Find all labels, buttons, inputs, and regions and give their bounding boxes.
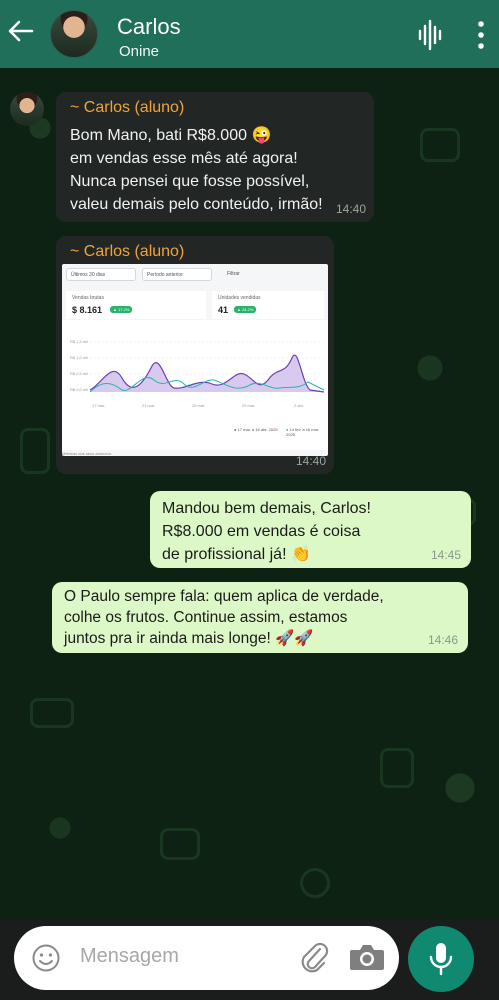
legend-previous-label: 14 fev. a 16 mar. 2025 <box>286 427 320 437</box>
legend-previous: ● 14 fev. a 16 mar. 2025 <box>286 427 320 437</box>
attach-clip-icon[interactable] <box>298 939 330 975</box>
compare-select: Período anterior <box>142 268 212 281</box>
x-tick: 25 mar. <box>192 403 206 408</box>
x-tick: 29 mar. <box>242 403 256 408</box>
back-arrow-icon[interactable] <box>6 16 36 46</box>
sales-label: Vendas brutas <box>72 295 104 301</box>
sales-value: $ 8.161 <box>72 305 103 315</box>
y-tick: R$ 0,0 mil <box>70 387 89 392</box>
message-bubble-outgoing[interactable]: O Paulo sempre fala: quem aplica de verd… <box>52 582 468 653</box>
shared-image[interactable]: Últimos 30 dias Período anterior Filtrar… <box>62 264 328 456</box>
x-tick: 2 abr. <box>294 403 305 408</box>
sales-card: Vendas brutas $ 8.161 ▲ 17.2% <box>66 291 206 319</box>
chat-header: Carlos Onine <box>0 0 499 68</box>
units-value: 41 <box>218 305 229 315</box>
legend-current-label: 17 mar. a 16 abr. 2025 <box>237 427 278 432</box>
message-time: 14:45 <box>430 548 461 562</box>
y-tick: R$ 1,0 mil <box>70 355 89 360</box>
y-tick: R$ 1,5 mil <box>70 339 89 344</box>
legend-current: ● 17 mar. a 16 abr. 2025 <box>234 427 278 432</box>
message-bubble-incoming[interactable]: ~ Carlos (aluno) Bom Mano, bati R$8.000 … <box>56 92 374 222</box>
message-input[interactable] <box>14 926 399 990</box>
period-select: Últimos 30 dias <box>66 268 136 281</box>
units-card: Unidades vendidas 41 ▲ 24.2% <box>212 291 324 319</box>
emoji-icon[interactable] <box>31 943 61 973</box>
mic-button[interactable] <box>408 926 474 992</box>
x-tick: 21 mar. <box>142 403 156 408</box>
message-bubble-outgoing[interactable]: Mandou bem demais, Carlos! R$8.000 em ve… <box>150 491 471 568</box>
units-badge: ▲ 24.2% <box>234 306 257 313</box>
mic-icon <box>429 943 453 976</box>
sender-name: ~ Carlos (aluno) <box>70 99 185 116</box>
sales-badge: ▲ 17.2% <box>110 306 133 313</box>
message-time: 14:40 <box>335 202 366 216</box>
message-time: 14:46 <box>427 633 458 647</box>
message-text: Bom Mano, bati R$8.000 😜 em vendas esse … <box>70 127 323 213</box>
sender-avatar[interactable] <box>10 92 44 126</box>
message-placeholder[interactable]: Mensagem <box>80 945 179 968</box>
sender-name: ~ Carlos (aluno) <box>70 243 185 260</box>
message-text: Mandou bem demais, Carlos! R$8.000 em ve… <box>162 500 371 563</box>
voice-wave-icon[interactable] <box>418 19 444 51</box>
units-label: Unidades vendidas <box>218 295 261 301</box>
x-tick: 17 mar. <box>92 403 106 408</box>
contact-status: Onine <box>119 43 160 60</box>
message-text: O Paulo sempre fala: quem aplica de verd… <box>64 588 384 647</box>
image-footer: Métricas dos seus anúncios <box>62 451 112 456</box>
contact-avatar[interactable] <box>50 10 98 58</box>
contact-name[interactable]: Carlos <box>117 14 181 40</box>
camera-icon[interactable] <box>348 942 386 972</box>
more-vert-icon[interactable] <box>476 20 486 50</box>
filter-label: Filtrar <box>227 271 240 277</box>
y-tick: R$ 0,5 mil <box>70 371 89 376</box>
message-time: 14:40 <box>295 454 326 468</box>
